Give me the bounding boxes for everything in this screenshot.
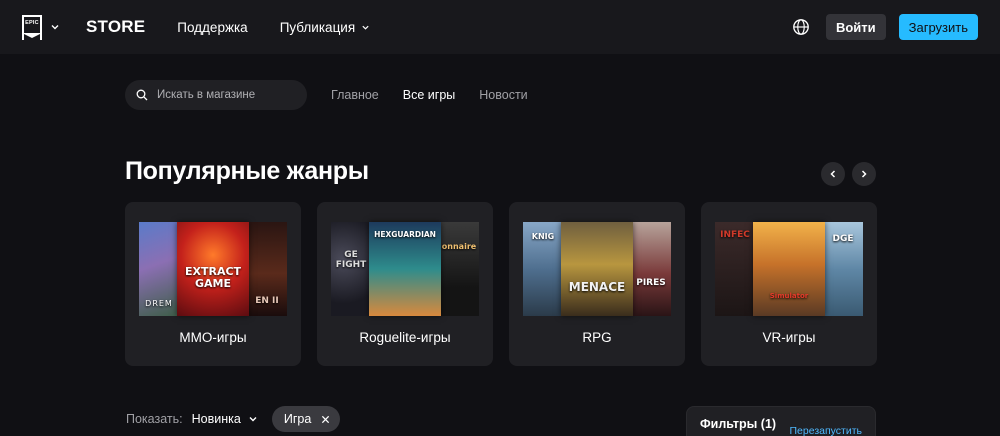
store-subnav: Главное Все игры Новости — [125, 80, 528, 110]
epic-logo-text: EPIC — [25, 19, 39, 26]
genre-collage: KNIG MENACE PIRES — [523, 222, 671, 316]
top-navigation-bar: EPIC STORE Поддержка Публикация Войти За… — [0, 0, 1000, 54]
genre-card-label: RPG — [582, 330, 612, 345]
search-icon — [136, 89, 148, 101]
genre-card-label: Roguelite-игры — [359, 330, 451, 345]
store-search[interactable] — [125, 80, 307, 110]
genre-card-rpg[interactable]: KNIG MENACE PIRES RPG — [509, 202, 685, 366]
filters-title: Фильтры (1) — [700, 417, 777, 431]
chevron-left-icon — [830, 170, 836, 178]
thumbnail-text: PIRES — [636, 278, 666, 288]
login-button[interactable]: Войти — [825, 14, 886, 40]
filters-panel: Фильтры (1) Перезапустить — [686, 406, 876, 436]
filter-chip-game[interactable]: Игра — [271, 406, 341, 432]
close-icon[interactable] — [321, 415, 330, 424]
filters-reset-link[interactable]: Перезапустить — [789, 425, 862, 436]
chevron-right-icon — [861, 170, 867, 178]
game-thumbnail: Simulator — [753, 222, 825, 316]
thumbnail-text: MENACE — [568, 280, 626, 294]
game-thumbnail: HEXGUARDIAN — [369, 222, 441, 316]
carousel-next-button[interactable] — [852, 162, 876, 186]
game-thumbnail: GE FIGHT — [331, 222, 371, 316]
chevron-down-icon — [249, 417, 257, 422]
genre-card-mmo[interactable]: DREM EXTRACT GAME EN II MMO-игры — [125, 202, 301, 366]
sort-dropdown[interactable]: Новинка — [192, 412, 258, 426]
thumbnail-text: onnaire — [441, 242, 477, 251]
thumbnail-text: EXTRACT GAME — [184, 265, 242, 290]
nav-link-label: Публикация — [279, 19, 356, 35]
genre-card-label: VR-игры — [762, 330, 816, 345]
nav-link-support[interactable]: Поддержка — [177, 20, 247, 35]
tab-browse[interactable]: Все игры — [403, 88, 456, 102]
thumbnail-text: KNIG — [531, 232, 555, 241]
carousel-prev-button[interactable] — [821, 162, 845, 186]
epic-games-logo-menu[interactable]: EPIC — [22, 14, 60, 40]
thumbnail-text: HEXGUARDIAN — [374, 230, 436, 239]
game-thumbnail: PIRES — [631, 222, 671, 316]
sort-filter-row: Показать: Новинка Игра — [126, 406, 341, 432]
game-thumbnail: MENACE — [561, 222, 633, 316]
game-thumbnail: EN II — [247, 222, 287, 316]
genre-card-vr[interactable]: INFEC Simulator DGE VR-игры — [701, 202, 877, 366]
show-label: Показать: — [126, 412, 183, 426]
nav-link-label: Поддержка — [177, 19, 248, 35]
thumbnail-text: Simulator — [769, 292, 809, 300]
game-thumbnail: KNIG — [523, 222, 563, 316]
section-title-popular-genres: Популярные жанры — [125, 157, 369, 185]
globe-icon[interactable] — [792, 18, 810, 36]
game-thumbnail: DGE — [823, 222, 863, 316]
store-title[interactable]: STORE — [86, 17, 145, 37]
tab-discover[interactable]: Главное — [331, 88, 379, 102]
thumbnail-text: DREM — [145, 299, 173, 308]
genre-carousel: DREM EXTRACT GAME EN II MMO-игры GE FIGH… — [125, 202, 877, 366]
thumbnail-text: EN II — [255, 296, 279, 306]
thumbnail-text: DGE — [832, 234, 854, 244]
genre-collage: DREM EXTRACT GAME EN II — [139, 222, 287, 316]
filter-chip-label: Игра — [283, 412, 312, 426]
download-button[interactable]: Загрузить — [898, 14, 978, 40]
epic-games-logo: EPIC — [22, 14, 42, 40]
game-thumbnail: DREM — [139, 222, 179, 316]
sort-value: Новинка — [191, 412, 241, 426]
genre-card-roguelite[interactable]: GE FIGHT HEXGUARDIAN onnaire Roguelite-и… — [317, 202, 493, 366]
game-thumbnail: onnaire — [439, 222, 479, 316]
thumbnail-text: GE FIGHT — [335, 250, 367, 270]
game-thumbnail: EXTRACT GAME — [177, 222, 249, 316]
game-thumbnail: INFEC — [715, 222, 755, 316]
nav-link-publishing[interactable]: Публикация — [280, 20, 370, 35]
thumbnail-text: INFEC — [720, 230, 750, 240]
tab-news[interactable]: Новости — [479, 88, 527, 102]
genre-collage: GE FIGHT HEXGUARDIAN onnaire — [331, 222, 479, 316]
genre-card-label: MMO-игры — [179, 330, 247, 345]
search-input[interactable] — [157, 89, 297, 101]
chevron-down-icon — [51, 25, 59, 30]
genre-collage: INFEC Simulator DGE — [715, 222, 863, 316]
chevron-down-icon — [362, 25, 369, 30]
